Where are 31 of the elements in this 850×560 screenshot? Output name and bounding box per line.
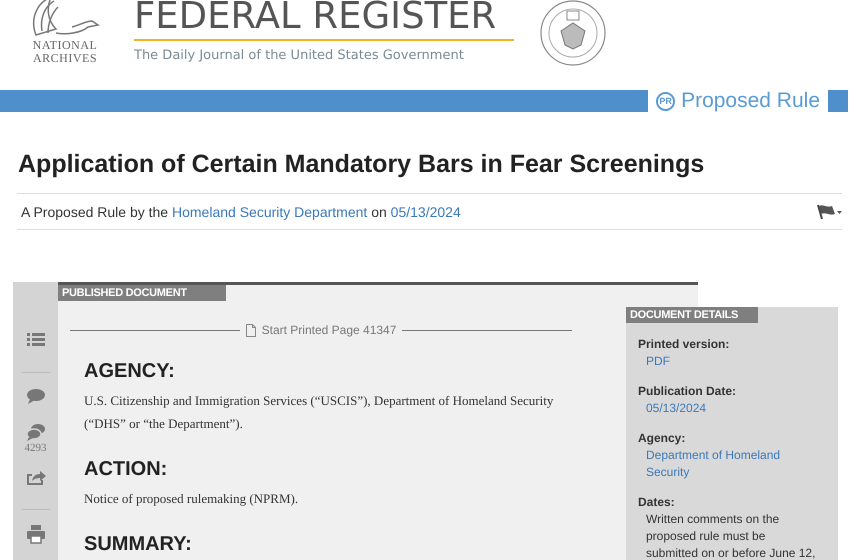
speech-bubbles-icon[interactable] <box>26 423 46 443</box>
date-link[interactable]: 05/13/2024 <box>390 204 461 220</box>
page-marker: Start Printed Page 41347 <box>262 323 396 337</box>
section-text: U.S. Citizenship and Immigration Services (“USCIS”), Department of Homeland Security (“DHS” or “the Department”). <box>84 392 554 433</box>
seal-icon <box>539 0 607 67</box>
detail-label: Printed version: <box>638 337 730 351</box>
detail-text: Written comments on the proposed rule must be submitted on or before June 12, <box>646 511 816 560</box>
printer-icon[interactable] <box>26 524 46 544</box>
agency-link[interactable]: Homeland Security Department <box>172 204 368 220</box>
byline-text: A Proposed Rule by the Homeland Security Department on 05/13/2024 <box>21 204 461 220</box>
page-icon <box>246 324 256 336</box>
site-title[interactable]: FEDERAL REGISTER <box>134 0 514 37</box>
section-heading: AGENCY: <box>84 359 175 383</box>
archives-logo-text: NATIONAL ARCHIVES <box>32 39 98 65</box>
comment-count: 4293 <box>24 443 46 454</box>
detail-link[interactable]: Department of Homeland Security <box>646 447 786 481</box>
speech-bubble-icon[interactable] <box>26 387 46 407</box>
flag-menu-button[interactable] <box>816 204 842 220</box>
section-heading: ACTION: <box>84 457 168 481</box>
section-heading: SUMMARY: <box>84 532 192 556</box>
detail-label: Dates: <box>638 495 676 509</box>
document-title: Application of Certain Mandatory Bars in Fear Screenings <box>18 149 706 179</box>
section-text: Notice of proposed rulemaking (NPRM). <box>84 490 300 508</box>
detail-link[interactable]: PDF <box>646 353 786 370</box>
site-tagline: The Daily Journal of the United States Government <box>134 48 465 63</box>
detail-link[interactable]: 05/13/2024 <box>646 400 786 417</box>
detail-label: Publication Date: <box>638 384 738 398</box>
proposed-rule-badge: PR <box>656 92 676 110</box>
document-type-label: Proposed Rule <box>681 89 820 113</box>
detail-label: Agency: <box>638 431 686 445</box>
header-band <box>828 90 848 112</box>
